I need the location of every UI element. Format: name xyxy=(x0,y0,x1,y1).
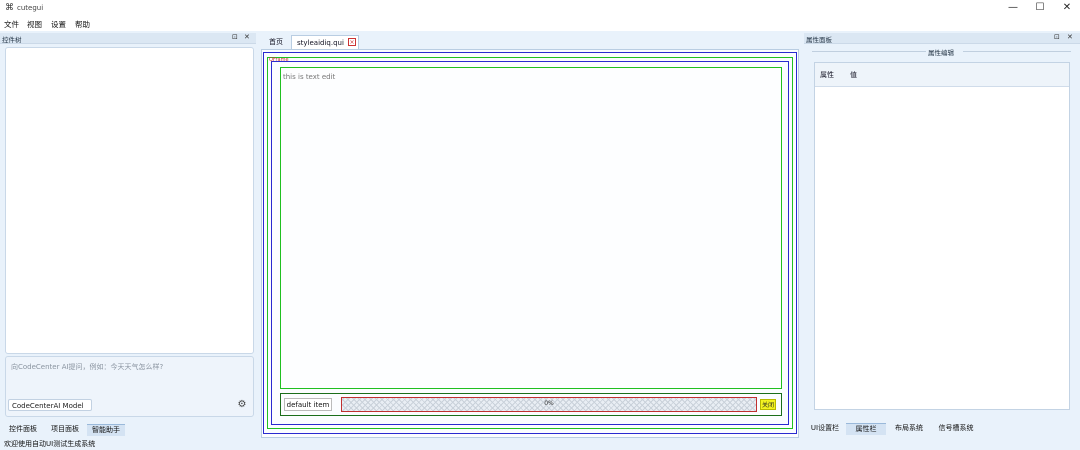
property-table[interactable] xyxy=(814,62,1070,410)
menu-settings[interactable]: 设置 xyxy=(51,19,66,30)
right-dock-header xyxy=(804,33,1080,44)
tab-properties[interactable]: 属性栏 xyxy=(846,423,886,435)
close-dialog-button[interactable]: 关闭 xyxy=(760,399,776,410)
combo-box[interactable]: default item xyxy=(284,398,332,411)
property-group-title: 属性编辑 xyxy=(928,49,954,57)
app-icon: ⌘ xyxy=(5,3,14,13)
menu-view[interactable]: 视图 xyxy=(27,19,42,30)
menu-bar xyxy=(0,17,1080,31)
close-icon[interactable]: ✕ xyxy=(1067,33,1073,41)
title-bar xyxy=(0,0,1080,17)
text-edit[interactable] xyxy=(280,67,782,389)
right-dock-title: 属性面板 xyxy=(806,36,832,44)
menu-help[interactable]: 帮助 xyxy=(75,19,90,30)
column-header-value[interactable]: 值 xyxy=(850,70,857,80)
ai-model-select[interactable]: CodeCenterAI Model xyxy=(8,399,92,411)
text-edit-content: this is text edit xyxy=(283,73,336,81)
tab-layout-system[interactable]: 布局系统 xyxy=(889,423,929,434)
left-dock-title: 控件树 xyxy=(2,36,22,44)
column-header-property[interactable]: 属性 xyxy=(820,70,834,80)
divider xyxy=(812,51,926,52)
tab-home[interactable]: 首页 xyxy=(264,36,288,49)
status-bar: 欢迎使用自动UI测试生成系统 xyxy=(4,440,96,448)
close-button[interactable]: ✕ xyxy=(1057,1,1077,15)
menu-file[interactable]: 文件 xyxy=(4,19,19,30)
widget-tree[interactable] xyxy=(5,47,254,354)
minimize-button[interactable]: — xyxy=(1003,1,1023,15)
tab-signal-slot[interactable]: 信号槽系统 xyxy=(932,423,980,434)
send-icon[interactable]: ⚙ xyxy=(236,399,248,411)
tab-widget-panel[interactable]: 控件面板 xyxy=(3,424,43,435)
left-dock-header xyxy=(0,33,256,44)
divider xyxy=(963,51,1071,52)
frame-label: QFrame xyxy=(269,57,289,63)
float-icon[interactable]: ⊡ xyxy=(232,33,238,41)
tab-ai-assistant[interactable]: 智能助手 xyxy=(87,424,125,436)
tab-close-icon[interactable]: × xyxy=(348,38,356,46)
tab-ui-settings[interactable]: UI设置栏 xyxy=(806,423,844,434)
close-icon[interactable]: ✕ xyxy=(244,33,250,41)
maximize-button[interactable]: ☐ xyxy=(1030,1,1050,15)
tab-project-panel[interactable]: 项目面板 xyxy=(45,424,85,435)
window-title: cutegui xyxy=(17,4,44,12)
progress-label: 0% xyxy=(544,400,554,407)
ai-prompt-input[interactable]: 向CodeCenter AI提问，例如：今天天气怎么样? xyxy=(11,362,163,372)
float-icon[interactable]: ⊡ xyxy=(1054,33,1060,41)
